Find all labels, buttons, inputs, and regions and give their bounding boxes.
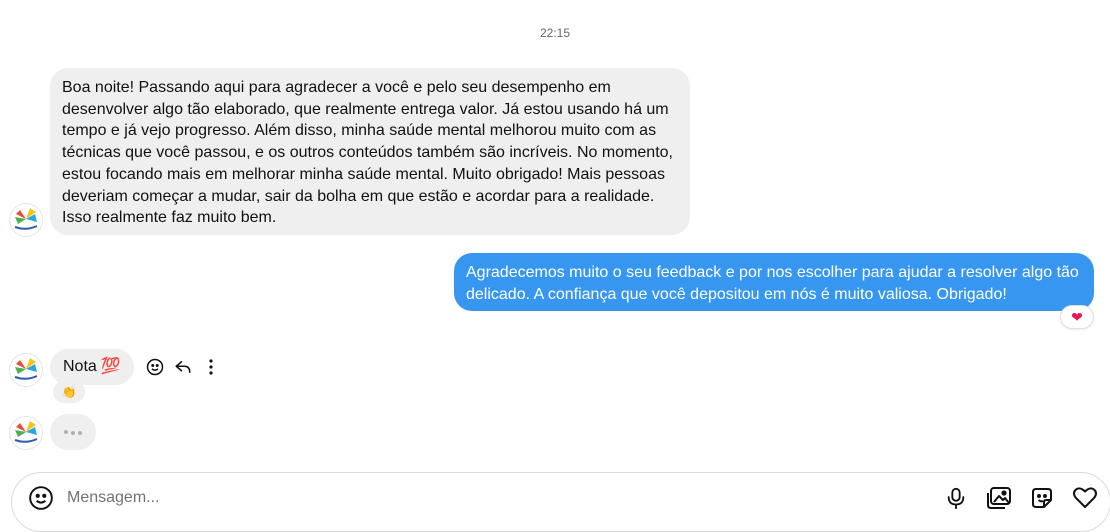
incoming-message[interactable]: Nota 💯 xyxy=(50,349,134,385)
reaction-badge[interactable]: ❤ xyxy=(1060,305,1094,329)
typing-dot xyxy=(78,431,82,435)
typing-indicator xyxy=(50,414,96,450)
emoji-icon[interactable] xyxy=(28,485,54,511)
image-icon[interactable] xyxy=(986,485,1012,511)
message-text: Agradecemos muito o seu feedback e por n… xyxy=(466,264,1079,303)
message-text: Nota xyxy=(63,358,97,376)
typing-dot xyxy=(71,431,75,435)
more-icon[interactable] xyxy=(200,356,222,378)
message-composer xyxy=(11,472,1110,532)
avatar[interactable] xyxy=(9,203,43,237)
sticker-icon[interactable] xyxy=(1029,485,1055,511)
clap-reaction-icon: 👏 xyxy=(61,385,77,399)
timestamp: 22:15 xyxy=(539,26,571,40)
typing-dot xyxy=(64,430,68,434)
avatar[interactable] xyxy=(9,416,43,450)
incoming-message[interactable]: Boa noite! Passando aqui para agradecer … xyxy=(50,68,690,235)
reply-icon[interactable] xyxy=(172,356,194,378)
heart-reaction-icon: ❤ xyxy=(1071,308,1083,325)
heart-icon[interactable] xyxy=(1072,485,1098,511)
hundred-emoji-icon: 💯 xyxy=(100,358,121,376)
outgoing-message[interactable]: Agradecemos muito o seu feedback e por n… xyxy=(454,253,1094,311)
reaction-badge[interactable]: 👏 xyxy=(53,381,85,403)
message-input[interactable] xyxy=(67,485,667,511)
message-text: Boa noite! Passando aqui para agradecer … xyxy=(62,79,673,227)
emoji-icon[interactable] xyxy=(144,356,166,378)
avatar[interactable] xyxy=(9,353,43,387)
microphone-icon[interactable] xyxy=(943,485,969,511)
message-actions xyxy=(144,356,222,378)
